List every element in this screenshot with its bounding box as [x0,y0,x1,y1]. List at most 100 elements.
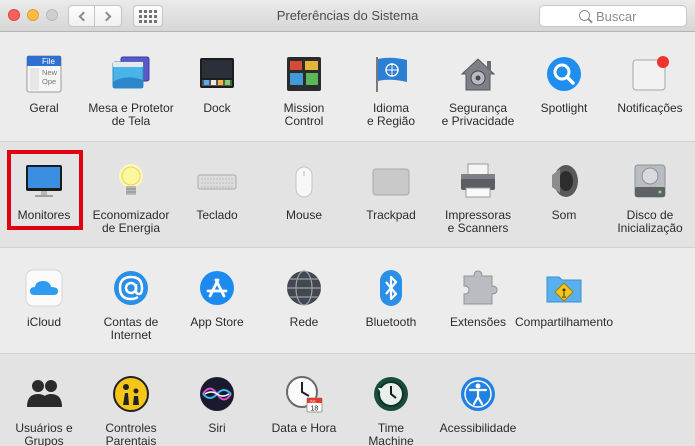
svg-text:New: New [42,68,58,77]
pane-mission-control-label: Mission Control [283,101,325,128]
pane-bluetooth-label: Bluetooth [365,315,417,329]
pane-mission-control[interactable]: Mission Control [260,48,348,148]
pane-keyboard[interactable]: Teclado [173,155,261,255]
pane-internet-accounts[interactable]: Contas de Internet [87,262,175,362]
pane-app-store-label: App Store [190,315,244,329]
siri-icon [197,374,237,414]
pane-mouse-label: Mouse [285,208,323,222]
icloud-icon [24,268,64,308]
pane-network[interactable]: Rede [260,262,348,362]
mission-control-icon [284,54,324,94]
pane-desktop-screensaver-label: Mesa e Protetor de Tela [88,101,174,128]
pane-printers-scanners[interactable]: Impressoras e Scanners [434,155,522,255]
pane-users-groups-label: Usuários e Grupos [15,421,73,446]
pane-accessibility-label: Acessibilidade [439,421,517,435]
pane-users-groups[interactable]: Usuários e Grupos [0,368,88,446]
highlight-box [7,150,83,230]
puzzle-piece-icon [458,268,498,308]
chevron-left-icon [78,11,88,21]
svg-text:File: File [42,57,55,66]
search-icon [579,10,590,21]
pane-sound[interactable]: Som [520,155,608,255]
pane-trackpad[interactable]: Trackpad [347,155,435,255]
pane-spotlight[interactable]: Spotlight [520,48,608,148]
window-title: Preferências do Sistema [276,8,419,23]
grid-icon [139,9,157,23]
desktop-screensaver-icon [111,54,151,94]
chevron-right-icon [101,11,112,21]
pane-energy-saver-label: Economizador de Energia [92,208,170,235]
pane-icloud[interactable]: iCloud [0,262,88,362]
svg-text:Ope: Ope [42,77,56,86]
search-placeholder: Buscar [596,8,637,24]
lightbulb-icon [111,161,151,201]
pane-desktop-screensaver[interactable]: Mesa e Protetor de Tela [87,48,175,148]
forward-button[interactable] [95,5,122,27]
pane-siri[interactable]: Siri [173,368,261,446]
close-window-button[interactable] [8,9,20,21]
zoom-window-button[interactable] [46,9,58,21]
pane-accessibility[interactable]: Acessibilidade [434,368,522,446]
pane-notifications-label: Notificações [617,101,683,115]
pane-general[interactable]: File New Ope Geral [0,48,88,148]
pane-time-machine-label: Time Machine [368,421,414,446]
pane-keyboard-label: Teclado [196,208,238,222]
pane-siri-label: Siri [208,421,226,435]
pane-general-label: Geral [29,101,59,115]
trackpad-icon [371,161,411,201]
pane-energy-saver[interactable]: Economizador de Energia [87,155,175,255]
svg-text:18: 18 [311,406,319,413]
pane-startup-disk-label: Disco de Inicialização [617,208,683,235]
pane-spotlight-label: Spotlight [540,101,588,115]
pane-printers-scanners-label: Impressoras e Scanners [444,208,512,235]
pane-sharing-label: Compartilhamento [514,315,614,329]
flag-icon [371,54,411,94]
keyboard-icon [197,161,237,201]
globe-icon [284,268,324,308]
notifications-icon [630,54,670,94]
pane-dock[interactable]: Dock [173,48,261,148]
spotlight-icon [544,54,584,94]
pane-trackpad-label: Trackpad [366,208,416,222]
pane-notifications[interactable]: Notificações [606,48,694,148]
pane-extensions[interactable]: Extensões [434,262,522,362]
accessibility-icon [458,374,498,414]
show-all-button[interactable] [133,5,163,27]
pane-security-privacy-label: Segurança e Privacidade [441,101,515,128]
pane-app-store[interactable]: App Store [173,262,261,362]
clock-calendar-icon: JUL 18 [284,374,324,414]
hard-drive-icon [630,161,670,201]
minimize-window-button[interactable] [27,9,39,21]
pane-security-privacy[interactable]: Segurança e Privacidade [434,48,522,148]
pane-sharing[interactable]: Compartilhamento [515,262,613,362]
pane-language-region-label: Idioma e Região [366,101,416,128]
pane-date-time-label: Data e Hora [271,421,337,435]
pane-extensions-label: Extensões [449,315,507,329]
pane-bluetooth[interactable]: Bluetooth [347,262,435,362]
search-field[interactable]: Buscar [539,5,687,27]
pane-dock-label: Dock [203,101,231,115]
title-bar: Preferências do Sistema Buscar [0,0,695,32]
pane-parental-controls[interactable]: Controles Parentais [87,368,175,446]
printer-icon [458,161,498,201]
dock-icon [197,54,237,94]
parental-controls-icon [111,374,151,414]
house-lock-icon [458,54,498,94]
pane-parental-controls-label: Controles Parentais [105,421,157,446]
pane-date-time[interactable]: JUL 18 Data e Hora [260,368,348,446]
mouse-icon [284,161,324,201]
pane-language-region[interactable]: Idioma e Região [347,48,435,148]
speaker-icon [544,161,584,201]
users-icon [24,374,64,414]
back-button[interactable] [68,5,95,27]
pane-sound-label: Som [551,208,577,222]
pane-mouse[interactable]: Mouse [260,155,348,255]
time-machine-icon [371,374,411,414]
pane-startup-disk[interactable]: Disco de Inicialização [606,155,694,255]
pane-icloud-label: iCloud [26,315,62,329]
bluetooth-icon [371,268,411,308]
folder-sharing-icon [544,268,584,308]
app-store-icon [197,268,237,308]
pane-time-machine[interactable]: Time Machine [347,368,435,446]
pane-network-label: Rede [289,315,319,329]
